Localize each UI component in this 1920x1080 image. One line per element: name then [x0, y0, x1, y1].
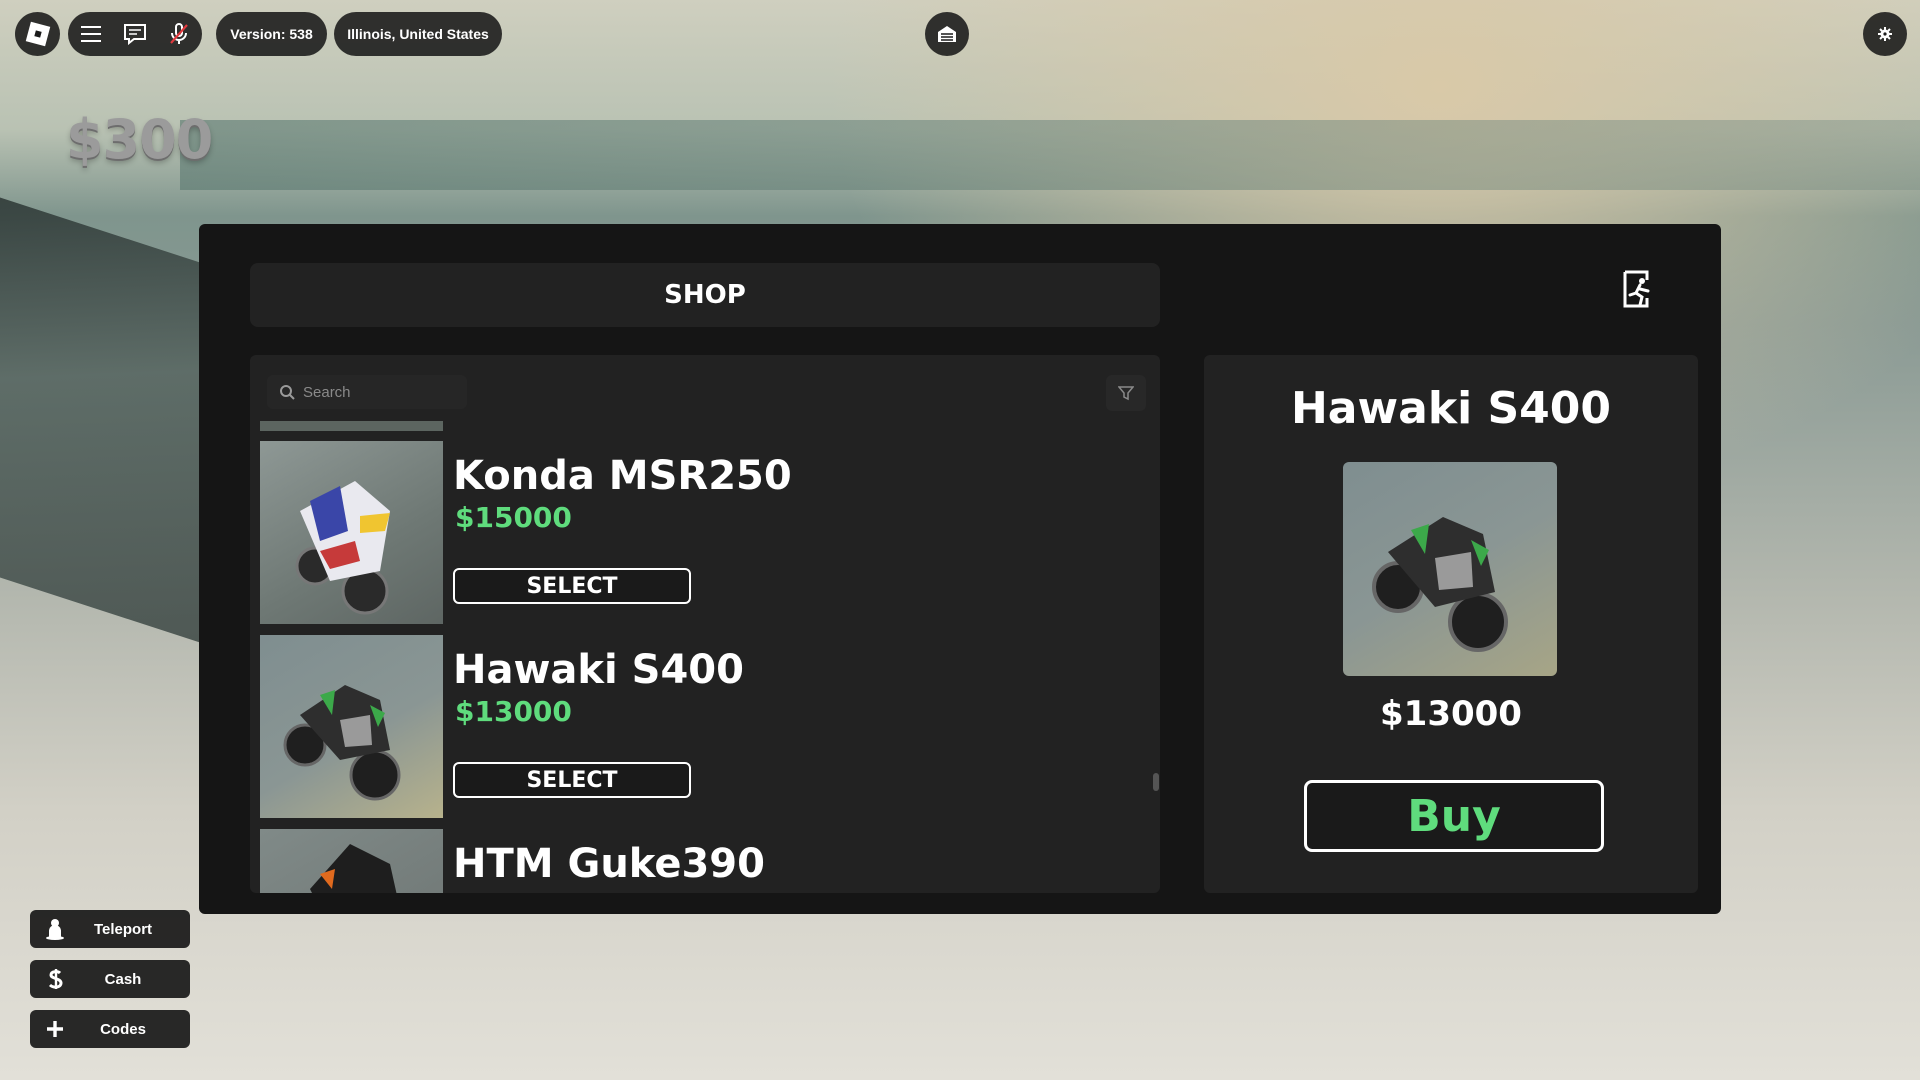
select-button[interactable]: SELECT [453, 762, 691, 798]
cash-icon [30, 968, 80, 990]
version-label: Version: 538 [216, 12, 327, 56]
vehicle-price: $13000 [455, 695, 572, 728]
exit-button[interactable] [1622, 269, 1658, 309]
shop-title: SHOP [250, 263, 1160, 327]
scrollbar-thumb[interactable] [1153, 773, 1159, 791]
list-item-partial [260, 421, 443, 431]
vehicle-detail-panel: Hawaki S400 $13000 Buy [1204, 355, 1698, 893]
plus-icon [30, 1019, 80, 1039]
vehicle-name: Konda MSR250 [453, 453, 792, 499]
garage-button[interactable] [925, 12, 969, 56]
vehicle-name: Hawaki S400 [453, 647, 744, 693]
cash-label: Cash [104, 970, 142, 988]
roblox-menu-button[interactable] [15, 12, 60, 56]
filter-button[interactable] [1106, 375, 1146, 411]
hamburger-menu-icon[interactable] [74, 17, 108, 51]
vehicle-price: $15000 [455, 501, 572, 534]
codes-label: Codes [100, 1020, 146, 1038]
buy-button[interactable]: Buy [1304, 780, 1604, 852]
vehicle-thumbnail [260, 829, 443, 893]
cash-button[interactable]: Cash [30, 960, 190, 998]
gear-icon [1878, 27, 1892, 41]
chat-icon[interactable] [118, 17, 152, 51]
detail-vehicle-image [1343, 462, 1557, 676]
shop-panel: SHOP Search Konda MSR250 $15000 SELECT H… [199, 224, 1721, 914]
vehicle-items: Konda MSR250 $15000 SELECT Hawaki S400 $… [260, 421, 1140, 893]
teleport-label: Teleport [93, 920, 153, 938]
background-wall [180, 120, 1920, 190]
search-input[interactable] [301, 382, 455, 402]
list-item: HTM Guke390 [260, 829, 1140, 893]
select-button[interactable]: SELECT [453, 568, 691, 604]
exit-door-icon [1623, 270, 1650, 308]
list-item: Konda MSR250 $15000 SELECT [260, 441, 1140, 626]
search-box[interactable] [267, 375, 467, 409]
toolbar-pill [68, 12, 202, 56]
codes-button[interactable]: Codes [30, 1010, 190, 1048]
cash-display: $300 [66, 108, 213, 171]
search-icon [280, 385, 295, 400]
settings-button[interactable] [1863, 12, 1907, 56]
teleport-icon [30, 918, 80, 940]
detail-vehicle-price: $13000 [1380, 694, 1522, 734]
vehicle-thumbnail [260, 441, 443, 624]
background-window [0, 197, 200, 643]
region-label: Illinois, United States [334, 12, 502, 56]
filter-icon [1118, 386, 1134, 401]
vehicle-list[interactable]: Konda MSR250 $15000 SELECT Hawaki S400 [250, 355, 1160, 893]
roblox-logo-icon [25, 21, 50, 47]
garage-icon [938, 26, 956, 42]
list-item: Hawaki S400 $13000 SELECT [260, 635, 1140, 820]
detail-vehicle-name: Hawaki S400 [1290, 383, 1612, 434]
vehicle-name: HTM Guke390 [453, 841, 765, 887]
teleport-button[interactable]: Teleport [30, 910, 190, 948]
vehicle-thumbnail [260, 635, 443, 818]
microphone-muted-icon[interactable] [162, 17, 196, 51]
